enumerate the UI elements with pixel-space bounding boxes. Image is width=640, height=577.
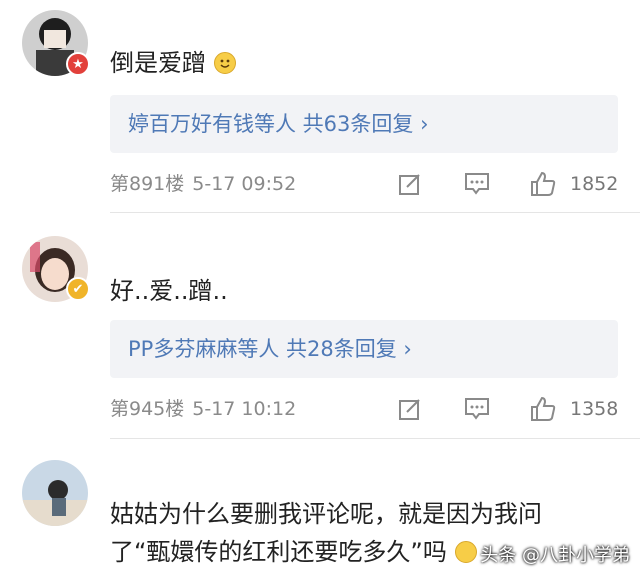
floor-and-time: 第891楼 5-17 09:52 [110, 173, 297, 195]
comment-text-line-1: 姑姑为什么要删我评论呢，就是因为我问 [110, 500, 542, 528]
replies-link[interactable]: PP多芬麻麻等人 共28条回复 › [110, 320, 618, 378]
divider [110, 438, 640, 439]
avatar-image [22, 460, 88, 526]
thumbs-up-icon[interactable] [528, 169, 558, 199]
like-count: 1852 [570, 173, 619, 195]
watermark: 头条 @八卦小学弟 [480, 545, 630, 566]
comment-icon[interactable] [462, 169, 492, 199]
edit-icon[interactable] [395, 394, 425, 424]
comment-icon[interactable] [462, 394, 492, 424]
divider [110, 212, 640, 213]
edit-icon[interactable] [395, 169, 425, 199]
comment-text: 好..爱..蹭.. [110, 277, 228, 305]
avatar[interactable] [22, 460, 88, 526]
thumbs-up-icon[interactable] [528, 394, 558, 424]
smile-emoji-icon [213, 52, 236, 74]
comment-text: 倒是爱蹭 [110, 45, 236, 81]
comment-text-line-2: 了“甄嬛传的红利还要吃多久”吗 [110, 534, 477, 570]
floor-and-time: 第945楼 5-17 10:12 [110, 398, 297, 420]
like-count: 1358 [570, 398, 619, 420]
verified-badge-icon: ★ [66, 52, 90, 76]
comment-meta: 第891楼 5-17 09:52 1852 [110, 169, 620, 199]
replies-link[interactable]: 婷百万好有钱等人 共63条回复 › [110, 95, 618, 153]
verified-badge-icon: ✔ [66, 277, 90, 301]
comment-meta: 第945楼 5-17 10:12 1358 [110, 394, 620, 424]
sweat-emoji-icon [454, 541, 477, 563]
